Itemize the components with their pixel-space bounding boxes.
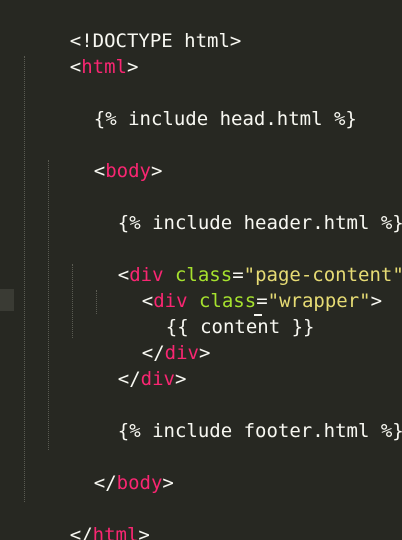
div1-close-open-bracket: </ (117, 368, 141, 390)
code-line-div-page-content-close: </div> (72, 340, 187, 390)
html-open-bracket: < (69, 56, 82, 78)
body-close-tag: body (116, 472, 163, 494)
code-line-div-page-content: <div class="page-content"> (72, 236, 402, 286)
div1-close-tag: div (140, 368, 175, 390)
code-line-include-head: {% include head.html %} (48, 80, 357, 130)
include-header-statement: {% include header.html %} (117, 212, 402, 234)
code-line-body-open: <body> (48, 132, 163, 182)
html-close-open-bracket: </ (69, 524, 93, 540)
code-line-include-header: {% include header.html %} (72, 184, 402, 234)
div2-close-bracket: > (370, 290, 383, 312)
body-open-close-bracket: > (150, 160, 163, 182)
div1-close-close-bracket: > (174, 368, 187, 390)
text-cursor (254, 314, 262, 316)
code-line-html-open: <html> (24, 28, 139, 78)
body-open-tag: body (105, 160, 151, 182)
body-close-open-bracket: </ (93, 472, 117, 494)
code-editor[interactable]: <!DOCTYPE html> <html> {% include head.h… (0, 0, 402, 540)
gutter-line-marker (0, 289, 14, 311)
include-head-statement: {% include head.html %} (93, 108, 357, 130)
code-line-div-wrapper-close: </div> (96, 314, 211, 364)
body-close-close-bracket: > (162, 472, 174, 494)
html-close-close-bracket: > (138, 524, 150, 540)
html-open-close-bracket: > (126, 56, 139, 78)
indent-guide (24, 56, 25, 502)
div2-close-close-bracket: > (198, 342, 211, 364)
body-open-bracket: < (93, 160, 106, 182)
html-open-tag: html (81, 56, 127, 78)
code-line-div-wrapper: <div class="wrapper"> (96, 262, 382, 312)
code-line-body-close: </body> (48, 444, 174, 494)
code-line-html-close: </html> (24, 496, 150, 540)
code-line-include-footer: {% include footer.html %} (72, 392, 402, 442)
html-close-tag: html (92, 524, 139, 540)
include-footer-statement: {% include footer.html %} (117, 420, 402, 442)
code-line-doctype: <!DOCTYPE html> (24, 2, 242, 52)
code-line-content: {{ content }} (120, 288, 315, 338)
